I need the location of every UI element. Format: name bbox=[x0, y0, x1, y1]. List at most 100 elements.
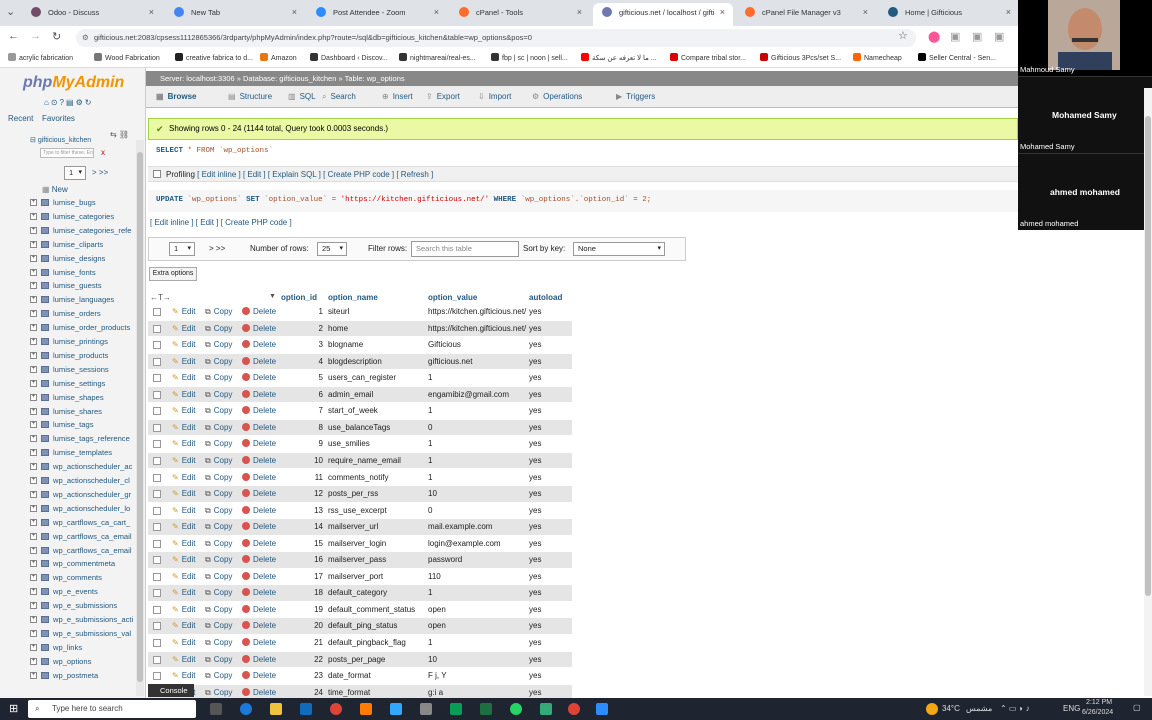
edit-row-button[interactable]: ✎Edit bbox=[172, 572, 196, 581]
edit-row-button[interactable]: ✎Edit bbox=[172, 655, 196, 664]
page-nav-arrows[interactable]: > >> bbox=[209, 244, 225, 253]
cell-option-name[interactable]: blogdescription bbox=[328, 357, 382, 366]
copy-row-button[interactable]: ⧉ Copy bbox=[205, 324, 232, 334]
settings-icon[interactable]: ⚙ bbox=[76, 98, 85, 107]
delete-row-button[interactable]: Delete bbox=[242, 373, 276, 382]
table-row[interactable]: ✎ Edit ⧉ Copy Delete 11 comments_notify 1 yes bbox=[148, 469, 572, 486]
cell-autoload[interactable]: yes bbox=[529, 588, 541, 597]
sidebar-table-item[interactable]: + wp_e_events bbox=[0, 587, 140, 600]
cell-autoload[interactable]: yes bbox=[529, 522, 541, 531]
cell-option-value[interactable]: 1 bbox=[428, 588, 528, 597]
edit-row-button[interactable]: ✎Edit bbox=[172, 621, 196, 630]
cell-option-name[interactable]: comments_notify bbox=[328, 473, 388, 482]
forward-icon[interactable]: → bbox=[30, 30, 41, 42]
cell-option-name[interactable]: default_category bbox=[328, 588, 387, 597]
copy-row-button[interactable]: ⧉ Copy bbox=[205, 307, 232, 317]
cell-option-name[interactable]: start_of_week bbox=[328, 406, 378, 415]
edit-row-button[interactable]: ✎Edit bbox=[172, 588, 196, 597]
zoom-icon[interactable] bbox=[596, 703, 608, 715]
copy-row-button[interactable]: ⧉ Copy bbox=[205, 373, 232, 383]
cell-option-id[interactable]: 23 bbox=[288, 671, 323, 680]
extension-icon[interactable]: ⬤ bbox=[928, 30, 940, 43]
table-row[interactable]: ✎ Edit ⧉ Copy Delete 10 require_name_email 1 yes bbox=[148, 452, 572, 470]
cell-option-name[interactable]: require_name_email bbox=[328, 456, 401, 465]
cell-option-id[interactable]: 10 bbox=[288, 456, 323, 465]
cell-option-value[interactable]: 1 bbox=[428, 456, 528, 465]
cell-option-name[interactable]: default_pingback_flag bbox=[328, 638, 406, 647]
whatsapp-icon[interactable] bbox=[510, 703, 522, 715]
cell-autoload[interactable]: yes bbox=[529, 539, 541, 548]
cell-option-value[interactable]: 0 bbox=[428, 423, 528, 432]
table-row[interactable]: ✎ Edit ⧉ Copy Delete 4 blogdescription gifticio… bbox=[148, 353, 572, 371]
table-row[interactable]: ✎ Edit ⧉ Copy Delete 15 mailserver_login login@… bbox=[148, 535, 572, 553]
sidebar-table-item[interactable]: + wp_e_submissions_val bbox=[0, 629, 140, 642]
edge-icon[interactable] bbox=[240, 703, 252, 715]
row-checkbox[interactable] bbox=[153, 490, 161, 499]
header-option-id[interactable]: option_id bbox=[281, 293, 317, 302]
language-indicator[interactable]: ENG bbox=[1063, 704, 1080, 713]
copy-row-button[interactable]: ⧉ Copy bbox=[205, 638, 232, 648]
cell-autoload[interactable]: yes bbox=[529, 390, 541, 399]
menu-tab-export[interactable]: ⇪ Export bbox=[426, 92, 460, 101]
chrome-icon-2[interactable] bbox=[568, 703, 580, 715]
row-checkbox[interactable] bbox=[153, 539, 161, 548]
sidebar-table-item[interactable]: + lumise_tags_reference bbox=[0, 434, 140, 447]
table-row[interactable]: ✎ Edit ⧉ Copy Delete 23 date_format F j, Yyes bbox=[148, 668, 572, 685]
sidebar-table-item[interactable]: + lumise_languages bbox=[0, 295, 140, 308]
menu-tab-search[interactable]: ⌕ Search bbox=[322, 92, 356, 102]
delete-row-button[interactable]: Delete bbox=[242, 671, 276, 680]
cell-autoload[interactable]: yes bbox=[529, 506, 541, 515]
copy-row-button[interactable]: ⧉ Copy bbox=[205, 688, 232, 698]
delete-row-button[interactable]: Delete bbox=[242, 555, 276, 564]
copy-row-button[interactable]: ⧉ Copy bbox=[205, 390, 232, 400]
table-row[interactable]: ✎ Edit ⧉ Copy Delete 12 posts_per_rss 10 yes bbox=[148, 486, 572, 503]
edit-row-button[interactable]: ✎Edit bbox=[172, 489, 196, 498]
cell-option-value[interactable]: g:i a bbox=[428, 688, 528, 697]
cell-option-id[interactable]: 17 bbox=[288, 572, 323, 581]
edit-row-button[interactable]: ✎Edit bbox=[172, 307, 196, 316]
delete-row-button[interactable]: Delete bbox=[242, 389, 276, 399]
sidebar-table-item[interactable]: + lumise_tags bbox=[0, 420, 140, 433]
cell-option-value[interactable]: 0 bbox=[428, 506, 528, 515]
table-row[interactable]: ✎ Edit ⧉ Copy Delete 20 default_ping_status ope… bbox=[148, 618, 572, 635]
copy-row-button[interactable]: ⧉ Copy bbox=[205, 588, 232, 598]
copy-row-button[interactable]: ⧉ Copy bbox=[205, 621, 232, 631]
delete-row-button[interactable]: Delete bbox=[242, 588, 276, 597]
edit-row-button[interactable]: ✎Edit bbox=[172, 671, 196, 680]
table-row[interactable]: ✎ Edit ⧉ Copy Delete 5 users_can_register 1 yes bbox=[148, 370, 572, 387]
table-row[interactable]: ✎ Edit ⧉ Copy Delete 1 siteurl https://kitchen.… bbox=[148, 304, 572, 321]
cell-option-value[interactable]: 1 bbox=[428, 638, 528, 647]
expand-icon[interactable]: + bbox=[30, 449, 37, 457]
reload-icon[interactable]: ↻ bbox=[52, 30, 61, 43]
copy-row-button[interactable]: ⧉ Copy bbox=[205, 522, 232, 532]
cell-autoload[interactable]: yes bbox=[529, 688, 541, 697]
copy-row-button[interactable]: ⧉ Copy bbox=[205, 473, 232, 483]
delete-row-button[interactable]: Delete bbox=[242, 654, 276, 664]
cell-option-name[interactable]: admin_email bbox=[328, 390, 373, 399]
sidebar-table-item[interactable]: + wp_actionscheduler_ac bbox=[0, 462, 140, 475]
expand-icon[interactable]: + bbox=[30, 268, 37, 276]
table-row[interactable]: ✎ Edit ⧉ Copy Delete 19 default_comment_status… bbox=[148, 601, 572, 619]
filter-clear-button[interactable]: x bbox=[101, 148, 105, 157]
table-row[interactable]: ✎ Edit ⧉ Copy Delete 2 home https://kitchen.gif… bbox=[148, 320, 572, 338]
expand-icon[interactable]: + bbox=[30, 643, 37, 651]
delete-row-button[interactable]: Delete bbox=[242, 505, 276, 515]
close-icon[interactable]: × bbox=[720, 3, 725, 22]
table-row[interactable]: ✎ Edit ⧉ Copy Delete 3 blogname Gifticious yes bbox=[148, 337, 572, 354]
collapse-icon[interactable]: ⇆ ⛓ bbox=[110, 130, 129, 139]
cell-option-id[interactable]: 5 bbox=[288, 373, 323, 382]
expand-icon[interactable]: + bbox=[30, 588, 37, 596]
cell-option-name[interactable]: posts_per_rss bbox=[328, 489, 378, 498]
clock-time[interactable]: 2:12 PM bbox=[1086, 699, 1112, 706]
sidebar-table-item[interactable]: + lumise_printings bbox=[0, 337, 140, 350]
delete-row-button[interactable]: Delete bbox=[242, 604, 276, 614]
bookmark-item[interactable]: acrylic fabrication bbox=[8, 53, 73, 62]
expand-icon[interactable]: + bbox=[30, 338, 37, 345]
row-checkbox[interactable] bbox=[153, 556, 161, 565]
sidebar-table-item[interactable]: + lumise_order_products bbox=[0, 323, 140, 336]
rows-select[interactable]: 25 ▾ bbox=[317, 242, 347, 256]
row-checkbox[interactable] bbox=[153, 622, 161, 631]
bookmark-star-icon[interactable]: ☆ bbox=[898, 29, 908, 42]
edit-row-button[interactable]: ✎Edit bbox=[172, 439, 196, 448]
cell-option-value[interactable]: gifticious.net bbox=[428, 357, 528, 366]
